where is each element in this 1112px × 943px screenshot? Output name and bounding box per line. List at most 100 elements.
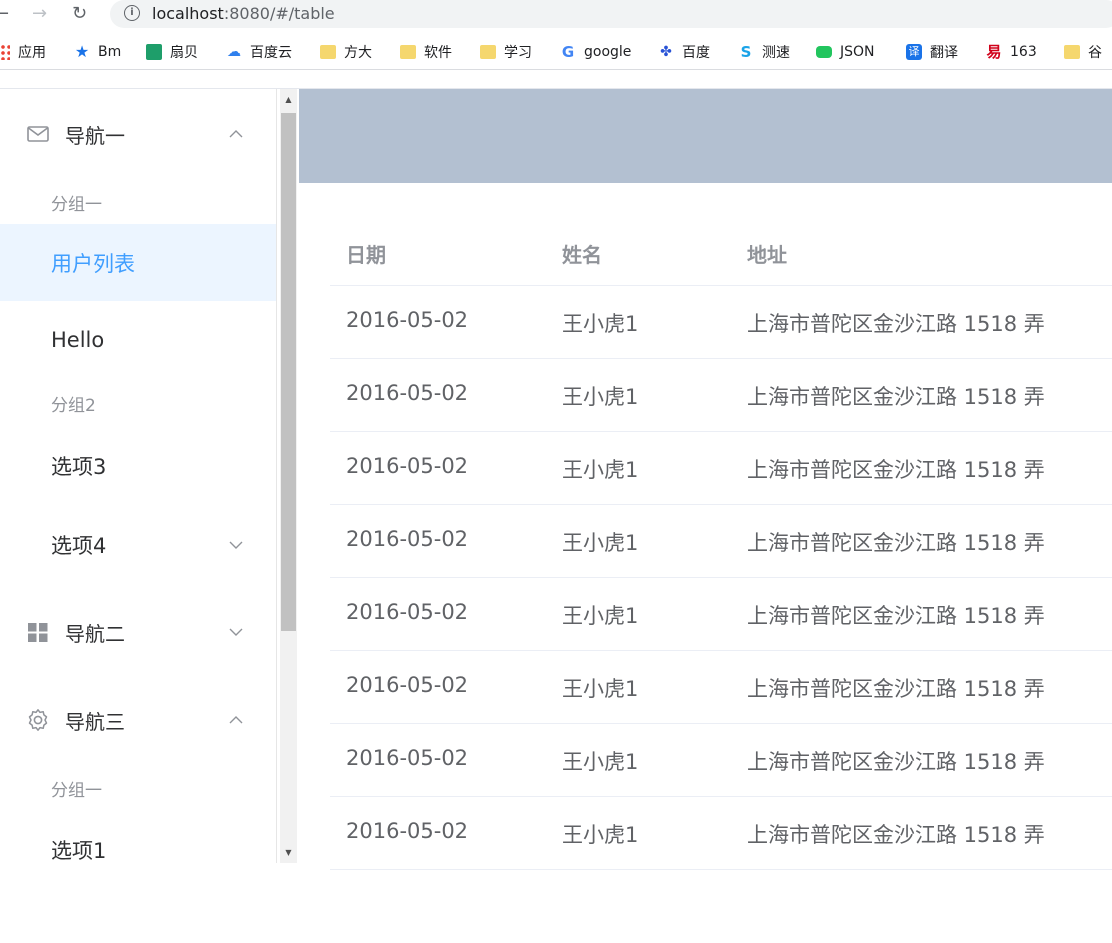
translate-icon: 译: [906, 44, 922, 60]
reload-icon[interactable]: ↻: [72, 2, 87, 26]
menu-item-label: Hello: [51, 327, 105, 352]
column-header-name: 姓名: [562, 243, 602, 267]
cell-date: 2016-05-02: [346, 381, 469, 405]
folder-icon: [480, 45, 496, 59]
submenu-nav1[interactable]: 导航一: [0, 106, 276, 162]
bookmarks-bar: 应用 ★ Bm 扇贝 ☁ 百度云 方大 软件 学习 Ggoogle ✤ 百度 S 测速 …: [0, 36, 1112, 70]
table-row: 2016-05-02 王小虎1 上海市普陀区金沙江路 1518 弄: [330, 651, 1112, 724]
cell-date: 2016-05-02: [346, 454, 469, 478]
bookmark-shanbay[interactable]: 扇贝: [146, 40, 198, 64]
sidebar-scrollbar[interactable]: ▲ ▼: [280, 89, 297, 863]
menu-item-label: 用户列表: [51, 251, 135, 276]
chevron-down-icon: [229, 628, 243, 636]
cell-address: 上海市普陀区金沙江路 1518 弄: [747, 458, 1045, 482]
table-row: 2016-05-02 王小虎1 上海市普陀区金沙江路 1518 弄: [330, 286, 1112, 359]
cell-address: 上海市普陀区金沙江路 1518 弄: [747, 531, 1045, 555]
cloud-icon: ☁: [227, 44, 241, 60]
cell-name: 王小虎1: [562, 458, 639, 482]
cell-address: 上海市普陀区金沙江路 1518 弄: [747, 750, 1045, 774]
folder-icon: [400, 45, 416, 59]
submenu-nav1-label: 导航一: [65, 123, 125, 148]
chevron-up-icon: [229, 130, 243, 138]
cell-date: 2016-05-02: [346, 673, 469, 697]
speedtest-icon: S: [740, 43, 752, 61]
menu-group-title: 分组一: [51, 781, 102, 801]
cell-address: 上海市普陀区金沙江路 1518 弄: [747, 823, 1045, 847]
menu-group-title: 分组2: [51, 396, 96, 416]
cell-date: 2016-05-02: [346, 746, 469, 770]
cell-date: 2016-05-02: [346, 600, 469, 624]
cell-name: 王小虎1: [562, 677, 639, 701]
cell-address: 上海市普陀区金沙江路 1518 弄: [747, 312, 1045, 336]
submenu-option4-label: 选项4: [51, 534, 107, 558]
menu-item-option3[interactable]: 选项3: [0, 427, 276, 504]
table-row: 2016-05-02 王小虎1 上海市普陀区金沙江路 1518 弄: [330, 797, 1112, 870]
cell-name: 王小虎1: [562, 385, 639, 409]
cell-name: 王小虎1: [562, 531, 639, 555]
shanbay-icon: [146, 44, 162, 60]
star-icon: ★: [74, 42, 90, 61]
bookmark-baidu[interactable]: ✤ 百度: [658, 40, 710, 64]
folder-icon: [1064, 45, 1080, 59]
cell-name: 王小虎1: [562, 750, 639, 774]
bookmark-google[interactable]: Ggoogle: [560, 40, 632, 64]
cell-address: 上海市普陀区金沙江路 1518 弄: [747, 677, 1045, 701]
bookmark-translate[interactable]: 译翻译: [906, 40, 958, 64]
table-row: 2016-05-02 王小虎1 上海市普陀区金沙江路 1518 弄: [330, 578, 1112, 651]
menu-item-user-list[interactable]: 用户列表: [0, 224, 276, 301]
folder-icon: [320, 45, 336, 59]
scroll-thumb[interactable]: [281, 113, 296, 631]
cell-name: 王小虎1: [562, 604, 639, 628]
table-row: 2016-05-02 王小虎1 上海市普陀区金沙江路 1518 弄: [330, 359, 1112, 432]
chevron-down-icon: [229, 541, 243, 549]
apps-grid-icon: [0, 44, 10, 60]
cell-address: 上海市普陀区金沙江路 1518 弄: [747, 385, 1045, 409]
cell-date: 2016-05-02: [346, 819, 469, 843]
submenu-nav3[interactable]: 导航三: [0, 692, 276, 748]
site-info-icon[interactable]: i: [124, 5, 140, 21]
table-header: 日期 姓名 地址: [330, 221, 1112, 286]
table-row: 2016-05-02 王小虎1 上海市普陀区金沙江路 1518 弄: [330, 724, 1112, 797]
bookmark-study[interactable]: 学习: [480, 40, 532, 64]
cell-address: 上海市普陀区金沙江路 1518 弄: [747, 604, 1045, 628]
bookmark-fangda[interactable]: 方大: [320, 40, 372, 64]
bookmark-163[interactable]: 易 163: [986, 40, 1036, 64]
bookmark-bm[interactable]: ★ Bm: [74, 40, 121, 64]
menu-item-hello[interactable]: Hello: [0, 301, 276, 378]
setting-gear-icon: [28, 709, 48, 731]
cell-name: 王小虎1: [562, 823, 639, 847]
message-icon: [27, 126, 49, 142]
menu-grid-icon: [28, 623, 48, 642]
scroll-up-arrow-icon[interactable]: ▲: [280, 91, 297, 108]
bookmark-baiduyun[interactable]: ☁ 百度云: [226, 40, 292, 64]
submenu-nav2-label: 导航二: [65, 621, 125, 646]
column-header-date: 日期: [346, 243, 386, 267]
bookmark-gu[interactable]: 谷: [1064, 40, 1102, 64]
table-row: 2016-05-02 王小虎1 上海市普陀区金沙江路 1518 弄: [330, 432, 1112, 505]
forward-arrow-icon[interactable]: →: [32, 2, 47, 26]
cell-date: 2016-05-02: [346, 527, 469, 551]
bookmark-apps[interactable]: 应用: [0, 40, 46, 64]
cell-date: 2016-05-02: [346, 308, 469, 332]
chevron-up-icon: [229, 716, 243, 724]
bookmark-software[interactable]: 软件: [400, 40, 452, 64]
google-icon: G: [561, 43, 575, 61]
bookmark-json[interactable]: JSON: [816, 40, 875, 64]
bookmark-speedtest[interactable]: S 测速: [738, 40, 790, 64]
browser-address-bar: ← → ↻ i localhost:8080/#/table: [0, 0, 1112, 30]
app-container: 导航一 分组一 用户列表 Hello 分组2 选项3 选项4 导航二 导航三 分…: [0, 88, 1112, 870]
table-row: 2016-05-02 王小虎1 上海市普陀区金沙江路 1518 弄: [330, 505, 1112, 578]
submenu-nav3-label: 导航三: [65, 709, 125, 734]
menu-item-label: 选项1: [51, 838, 107, 863]
sidebar-menu: 导航一 分组一 用户列表 Hello 分组2 选项3 选项4 导航二 导航三 分…: [0, 89, 277, 863]
menu-item-option1[interactable]: 选项1: [0, 811, 276, 863]
submenu-nav2[interactable]: 导航二: [0, 604, 276, 660]
submenu-option4[interactable]: 选项4: [0, 517, 276, 573]
cell-name: 王小虎1: [562, 312, 639, 336]
json-icon: [816, 46, 832, 58]
header-band: [299, 89, 1112, 183]
column-header-address: 地址: [747, 243, 787, 267]
back-arrow-icon[interactable]: ←: [0, 2, 9, 26]
url-text[interactable]: localhost:8080/#/table: [152, 4, 335, 23]
scroll-down-arrow-icon[interactable]: ▼: [280, 844, 297, 861]
